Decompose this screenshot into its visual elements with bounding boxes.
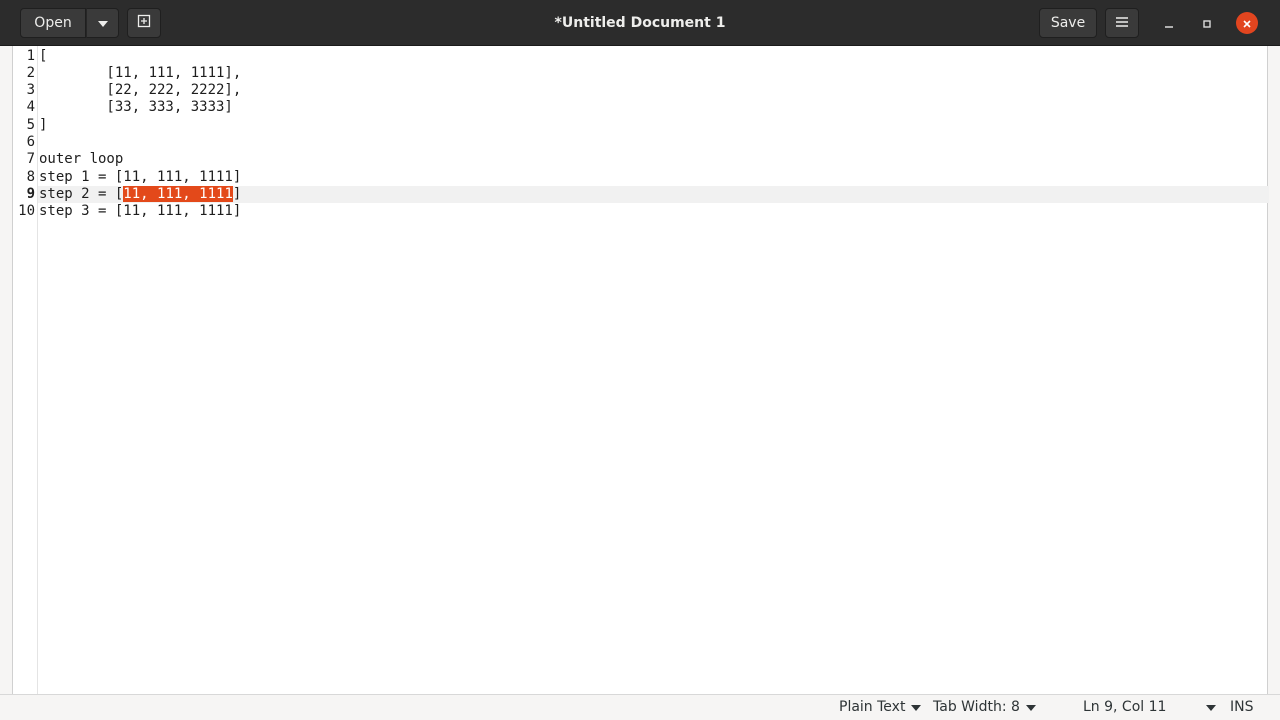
line-number: 4: [26, 99, 35, 115]
header-bar: Open *Untitled Document 1 Save: [0, 0, 1280, 46]
new-tab-button[interactable]: [127, 8, 161, 38]
window-title: *Untitled Document 1: [554, 15, 726, 31]
maximize-icon: [1202, 14, 1212, 33]
chevron-down-icon: [97, 15, 108, 31]
line-number: 8: [26, 169, 35, 185]
text-editor[interactable]: 1 2 3 4 5 6 7 8 9 10 [ [11, 111, 1111], …: [12, 46, 1269, 694]
line-number: 10: [18, 203, 35, 219]
line-number-current: 9: [26, 186, 35, 202]
code-line-prefix: step 2 = [: [39, 186, 124, 202]
chevron-down-icon: [1206, 704, 1217, 711]
code-line: [: [39, 48, 48, 64]
hamburger-menu-button[interactable]: [1105, 8, 1139, 38]
cursor-position-label: Ln 9, Col 11: [1083, 699, 1167, 715]
language-selector[interactable]: Plain Text: [839, 695, 922, 720]
minimize-button[interactable]: [1158, 12, 1180, 34]
open-button[interactable]: Open: [20, 8, 86, 38]
line-number: 2: [26, 65, 35, 81]
insert-mode-indicator: INS: [1230, 695, 1254, 720]
new-document-icon: [137, 14, 151, 32]
code-line: ]: [39, 117, 48, 133]
line-number: 3: [26, 82, 35, 98]
code-line: [33, 333, 3333]: [39, 99, 233, 115]
chevron-down-icon: [911, 704, 922, 711]
language-label: Plain Text: [839, 699, 906, 715]
code-line: step 1 = [11, 111, 1111]: [39, 169, 242, 185]
insert-mode-label: INS: [1230, 699, 1254, 715]
code-line: outer loop: [39, 151, 124, 167]
status-bar: Plain Text Tab Width: 8 Ln 9, Col 11 INS: [0, 694, 1280, 720]
tab-width-selector[interactable]: Tab Width: 8: [933, 695, 1036, 720]
minimize-icon: [1164, 14, 1174, 33]
hamburger-icon: [1116, 15, 1128, 31]
close-icon: [1242, 14, 1252, 33]
line-number: 1: [26, 48, 35, 64]
line-number: 6: [26, 134, 35, 150]
code-line-suffix: ]: [232, 186, 242, 202]
code-line: [22, 222, 2222],: [39, 82, 242, 98]
cursor-position-selector[interactable]: Ln 9, Col 11: [1083, 695, 1217, 720]
open-recent-dropdown-button[interactable]: [86, 8, 119, 38]
maximize-button[interactable]: [1196, 12, 1218, 34]
code-line: [11, 111, 1111],: [39, 65, 242, 81]
line-number: 5: [26, 117, 35, 133]
text-selection[interactable]: 11, 111, 1111: [123, 186, 233, 202]
tab-width-label: Tab Width: 8: [933, 699, 1020, 715]
line-number-gutter: 1 2 3 4 5 6 7 8 9 10: [13, 46, 38, 694]
code-line: step 3 = [11, 111, 1111]: [39, 203, 242, 219]
save-button[interactable]: Save: [1039, 8, 1097, 38]
chevron-down-icon: [1025, 704, 1036, 711]
code-line-current: step 2 = [11, 111, 1111]: [39, 186, 241, 203]
gedit-window: Open *Untitled Document 1 Save 1 2 3 4 5…: [0, 0, 1280, 720]
close-button[interactable]: [1236, 12, 1258, 34]
line-number: 7: [26, 151, 35, 167]
